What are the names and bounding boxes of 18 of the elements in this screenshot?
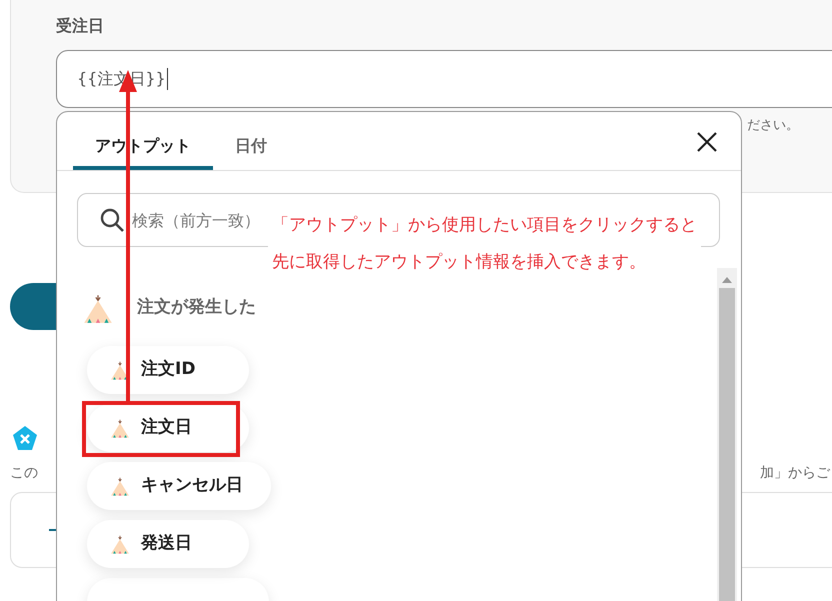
- output-item[interactable]: 注文日: [87, 404, 249, 452]
- output-item[interactable]: 発送日: [87, 520, 249, 568]
- field-label: 受注日: [56, 15, 105, 37]
- scroll-up-icon: [722, 277, 732, 283]
- output-item[interactable]: 注文ID: [87, 346, 249, 394]
- description-text: この: [10, 464, 38, 483]
- output-item[interactable]: キャンセル日: [87, 462, 271, 510]
- pentagon-x-icon: [12, 425, 38, 451]
- hint-text: ださい。: [747, 117, 799, 135]
- teepee-icon: [109, 533, 131, 555]
- description-text: 加」からご: [760, 464, 832, 483]
- tab[interactable]: 日付: [213, 126, 289, 170]
- teepee-icon: [109, 475, 131, 497]
- teepee-icon: [109, 417, 131, 439]
- group-title: 注文が発生した: [137, 296, 256, 320]
- scrollbar[interactable]: [717, 268, 737, 601]
- search-icon: [99, 207, 125, 233]
- tab[interactable]: アウトプット: [73, 126, 213, 170]
